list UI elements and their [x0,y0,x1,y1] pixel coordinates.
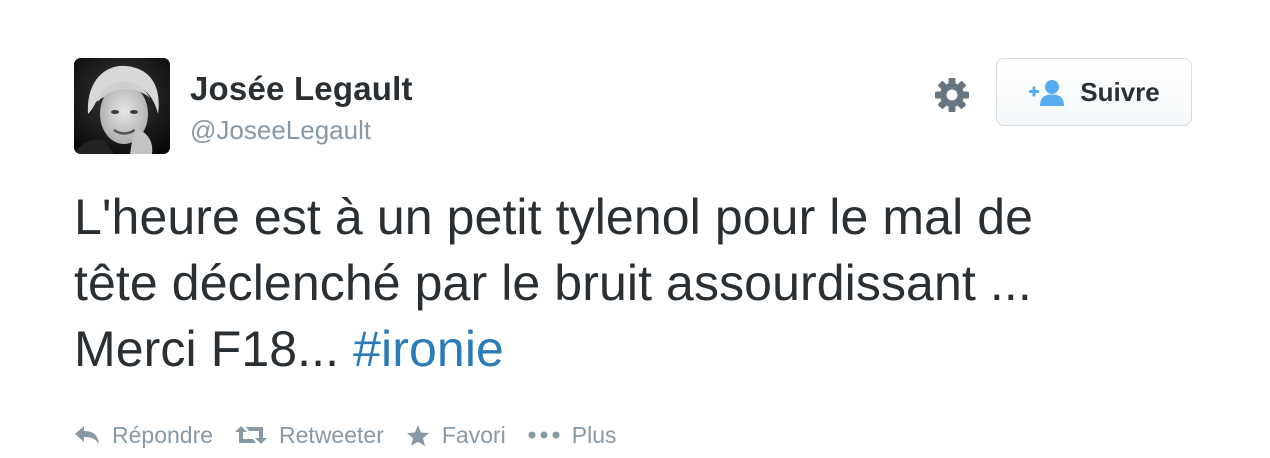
more-label: Plus [571,421,617,448]
reply-icon [74,424,100,446]
ellipsis-icon [528,430,560,440]
reply-label: Répondre [112,421,214,448]
tweet-text: L'heure est à un petit tylenol pour le m… [74,184,1184,382]
favorite-button[interactable]: Favori [406,422,506,449]
star-icon [406,424,430,447]
hashtag-link[interactable]: #ironie [353,321,504,377]
tweet-text-fragment: Merci F18... [74,321,354,377]
gear-icon[interactable] [933,76,971,114]
add-user-icon [1028,77,1066,107]
tweet-text-line: Merci F18... #ironie [74,316,1184,382]
tweet-text-line: L'heure est à un petit tylenol pour le m… [74,189,1034,245]
avatar[interactable] [74,58,170,154]
retweet-label: Retweeter [279,421,384,448]
follow-button[interactable]: Suivre [996,58,1192,126]
author-handle[interactable]: @JoseeLegault [190,115,371,146]
tweet-actions: Répondre Retweeter Favori Plus [74,418,639,452]
tweet-card: Josée Legault @JoseeLegault Suivre L'heu… [0,0,1270,458]
follow-label: Suivre [1080,76,1160,107]
author-name[interactable]: Josée Legault [190,70,413,108]
more-button[interactable]: Plus [528,422,617,449]
retweet-button[interactable]: Retweeter [235,422,384,449]
reply-button[interactable]: Répondre [74,422,213,449]
retweet-icon [235,424,268,446]
favorite-label: Favori [441,421,506,448]
tweet-text-line: tête déclenché par le bruit assourdissan… [74,255,1032,311]
